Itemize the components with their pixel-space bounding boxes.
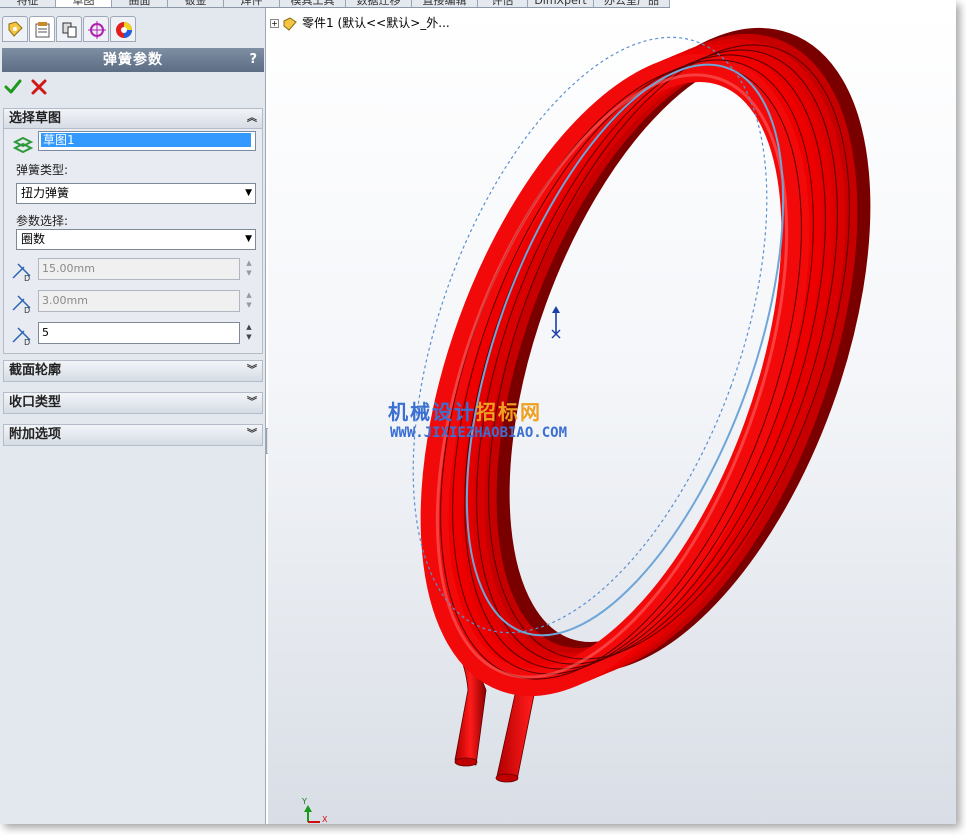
dimension-icon: D — [12, 295, 31, 314]
cancel-button[interactable] — [30, 78, 48, 96]
manager-tabs — [0, 16, 266, 44]
spring-model — [412, 27, 871, 783]
sketch-selection-value: 草图1 — [41, 133, 251, 147]
param-row-turns: D 5 ▲ ▼ — [10, 322, 258, 346]
group-title: 收口类型 — [9, 395, 62, 410]
dimxpert-manager-tab[interactable] — [83, 16, 109, 42]
appearance-icon — [116, 22, 132, 38]
sketch-selection-field[interactable]: 草图1 — [38, 131, 256, 151]
spinner-arrows: ▲ ▼ — [246, 291, 252, 309]
end-type-header[interactable]: 收口类型 ︾ — [4, 393, 262, 413]
expand-down-icon[interactable]: ︾ — [247, 393, 257, 413]
tab-surfaces[interactable]: 曲面 — [112, 0, 168, 7]
tab-sheet-metal[interactable]: 钣金 — [168, 0, 224, 7]
dimxpert-icon — [88, 21, 106, 39]
cross-icon — [31, 79, 47, 95]
property-manager-tab[interactable] — [29, 16, 55, 42]
turns-spinner[interactable]: ▲ ▼ — [243, 322, 255, 344]
graphics-viewport[interactable]: + 零件1 (默认<<默认>_外... 机械设计招标网 WWW.JIXIEZHA… — [268, 8, 956, 824]
display-manager-tab[interactable] — [110, 16, 136, 42]
property-manager-panel: 弹簧参数 ? 选择草图 ︽ 草图1 弹簧类型: 扭力弹簧 ▼ 参数选择: 圈数 … — [0, 8, 266, 824]
tab-dimxpert[interactable]: DimXpert — [528, 0, 594, 7]
tab-weldments[interactable]: 焊件 — [224, 0, 280, 7]
tab-direct-edit[interactable]: 直接编辑 — [412, 0, 478, 7]
tab-data-migration[interactable]: 数据迁移 — [346, 0, 412, 7]
wire-diameter-input: 3.00mm — [38, 290, 240, 312]
group-title: 附加选项 — [9, 427, 62, 442]
param-row-wire: D 3.00mm ▲ ▼ — [10, 290, 258, 314]
watermark-title: 机械设计招标网 — [388, 396, 567, 425]
checkmark-icon — [4, 79, 22, 94]
group-title: 截面轮廓 — [9, 363, 62, 378]
pm-title-bar: 弹簧参数 ? — [2, 48, 264, 72]
svg-text:D: D — [24, 274, 30, 282]
end-type-group: 收口类型 ︾ — [3, 392, 263, 414]
dimension-icon: D — [12, 263, 31, 282]
configuration-manager-tab[interactable] — [56, 16, 82, 42]
turns-input[interactable]: 5 — [38, 322, 240, 344]
spring-coils — [420, 27, 871, 697]
profile-group: 截面轮廓 ︾ — [3, 360, 263, 382]
sketch-selection-icon — [12, 136, 34, 154]
chevron-down-icon: ▼ — [245, 234, 252, 244]
ribbon-tabs: 特征 草图 曲面 钣金 焊件 模具工具 数据迁移 直接编辑 评估 DimXper… — [0, 0, 670, 8]
extra-options-header[interactable]: 附加选项 ︾ — [4, 425, 262, 445]
extra-options-group: 附加选项 ︾ — [3, 424, 263, 446]
select-sketch-group: 选择草图 ︽ 草图1 弹簧类型: 扭力弹簧 ▼ 参数选择: 圈数 ▼ D 15.… — [3, 108, 263, 354]
help-button[interactable]: ? — [249, 48, 258, 72]
watermark-url: WWW.JIXIEZHAOBIAO.COM — [390, 425, 568, 441]
tab-sketch[interactable]: 草图 — [56, 0, 112, 7]
configuration-icon — [62, 22, 77, 38]
svg-text:D: D — [24, 306, 30, 314]
spring-type-label: 弹簧类型: — [16, 163, 69, 177]
param-choice-select[interactable]: 圈数 ▼ — [16, 229, 256, 250]
feature-manager-tab[interactable] — [2, 16, 28, 42]
diameter-input: 15.00mm — [38, 258, 240, 280]
tab-evaluate[interactable]: 评估 — [478, 0, 528, 7]
tab-office-products[interactable]: 办公室产品 — [594, 0, 670, 7]
spring-type-select[interactable]: 扭力弹簧 ▼ — [16, 183, 256, 204]
tab-features[interactable]: 特征 — [0, 0, 56, 7]
triad-x-label: X — [322, 815, 328, 824]
group-title: 选择草图 — [9, 111, 62, 126]
dimension-icon: D — [12, 327, 31, 346]
ok-button[interactable] — [4, 78, 22, 96]
svg-text:D: D — [24, 338, 30, 346]
solidworks-window: 特征 草图 曲面 钣金 焊件 模具工具 数据迁移 直接编辑 评估 DimXper… — [0, 0, 956, 824]
watermark: 机械设计招标网 WWW.JIXIEZHAOBIAO.COM — [388, 396, 567, 441]
reference-triad-icon: Y X — [301, 797, 328, 824]
feature-tree-icon — [8, 21, 23, 37]
page-title: 弹簧参数 — [103, 52, 163, 68]
chevron-down-icon: ▼ — [245, 188, 252, 198]
watermark-title-b: 招标网 — [476, 400, 542, 424]
profile-header[interactable]: 截面轮廓 ︾ — [4, 361, 262, 381]
select-sketch-header[interactable]: 选择草图 ︽ — [4, 109, 262, 129]
property-manager-icon — [35, 22, 50, 38]
collapse-up-icon[interactable]: ︽ — [247, 109, 257, 129]
param-row-diameter: D 15.00mm ▲ ▼ — [10, 258, 258, 282]
expand-down-icon[interactable]: ︾ — [247, 425, 257, 445]
spring-type-value: 扭力弹簧 — [21, 186, 70, 200]
watermark-title-a: 机械设计 — [388, 400, 476, 424]
param-choice-value: 圈数 — [21, 232, 46, 246]
tab-mold-tools[interactable]: 模具工具 — [280, 0, 346, 7]
origin-icon — [551, 306, 561, 339]
spinner-arrows: ▲ ▼ — [246, 259, 252, 277]
triad-y-label: Y — [301, 797, 307, 806]
param-choice-label: 参数选择: — [16, 214, 69, 228]
expand-down-icon[interactable]: ︾ — [247, 361, 257, 381]
